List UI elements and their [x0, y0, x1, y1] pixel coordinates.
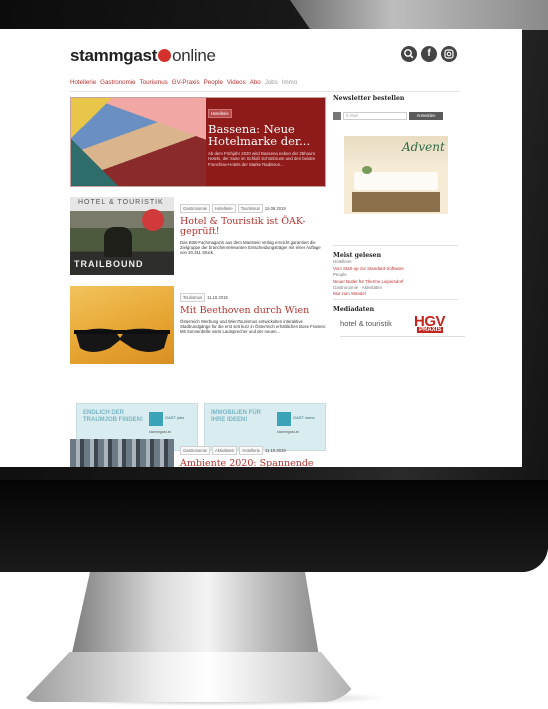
- sidebar: Newsletter bestellen: [333, 95, 463, 102]
- sidebar-divider: [333, 245, 458, 246]
- logo-suffix: online: [172, 46, 216, 65]
- instagram-icon[interactable]: [441, 46, 457, 62]
- article-meta: Gastronomie Hotellerie Tourismus 15.09.2019: [180, 197, 326, 215]
- most-read: Meist gelesen Hotellerie Vom Start-up zu…: [333, 252, 463, 298]
- ad-sub: stammgast.at: [277, 430, 299, 434]
- article-desc: Österreich Werbung und WienTourismus ent…: [180, 319, 326, 335]
- promo-image[interactable]: Advent: [344, 136, 448, 214]
- sunglasses-icon: [74, 328, 170, 352]
- cyclist-silhouette: [104, 227, 132, 257]
- article-tag[interactable]: Aktivitäten: [211, 446, 238, 455]
- hero-article[interactable]: Hotellerie Bassena: Neue Hotelmarke der.…: [70, 97, 326, 187]
- promo-script: Advent: [402, 140, 445, 154]
- article-tag[interactable]: Tourismus: [180, 293, 206, 302]
- nav-item[interactable]: GV-Praxis: [172, 79, 200, 86]
- hero-title[interactable]: Bassena: Neue Hotelmarke der...: [208, 123, 324, 147]
- article-card[interactable]: Gastronomie Aktivitäten Hotellerie 11.10.20…: [70, 439, 326, 467]
- header-divider: [70, 91, 460, 92]
- hero-image: [71, 98, 206, 186]
- monitor-stand-foot: [22, 652, 362, 702]
- article-tag[interactable]: Hotellerie: [211, 204, 236, 213]
- magazine-cover-text: TRAILBOUND: [74, 259, 144, 269]
- monitor-chin: [0, 480, 548, 572]
- facebook-icon[interactable]: f: [421, 46, 437, 62]
- article-card[interactable]: Tourismus 11.10.2019 Mit Beethoven durch …: [70, 286, 326, 366]
- article-body: Gastronomie Aktivitäten Hotellerie 11.10.20…: [180, 439, 326, 467]
- article-tag[interactable]: Tourismus: [237, 204, 263, 213]
- article-title[interactable]: Hotel & Touristik ist ÖAK-geprüft!: [180, 217, 326, 237]
- article-meta: Tourismus 11.10.2019: [180, 286, 326, 304]
- hotel-touristik-logo[interactable]: hotel & touristik: [340, 319, 392, 328]
- article-body: Tourismus 11.10.2019 Mit Beethoven durch …: [180, 286, 326, 335]
- badge-icon: [142, 209, 164, 231]
- nav-item[interactable]: Jobs: [265, 79, 278, 86]
- magazine-masthead: HOTEL & TOURISTIK: [78, 199, 164, 206]
- email-field[interactable]: E-Mail: [343, 112, 407, 120]
- ad-text: IMMOBILIEN FÜR IHRE IDEEN!: [211, 410, 261, 423]
- article-date: 15.09.2019: [264, 206, 286, 211]
- ad-brand: GAST jobs: [165, 415, 185, 420]
- hero-tag[interactable]: Hotellerie: [208, 109, 232, 118]
- monitor-stand-neck: [70, 572, 320, 662]
- media-section: Mediadaten: [333, 306, 463, 313]
- article-image: [70, 439, 174, 467]
- nav-item[interactable]: Immo: [282, 79, 297, 86]
- ad-brand: GAST immo: [293, 415, 315, 420]
- hero-text: Hotellerie Bassena: Neue Hotelmarke der.…: [208, 102, 324, 167]
- promo-table: [354, 172, 438, 190]
- nav-item[interactable]: Tourismus: [140, 79, 168, 86]
- article-date: 11.10.2019: [207, 295, 228, 300]
- ad-text: ENDLICH DER TRAUMJOB FINDEN!: [83, 410, 143, 423]
- logo-main: stammgast: [70, 46, 158, 65]
- article-tag[interactable]: Gastronomie: [180, 204, 210, 213]
- promo-chairs: [352, 192, 440, 212]
- subscribe-button[interactable]: Anmelden: [409, 112, 443, 120]
- monitor-glare: [290, 0, 548, 30]
- article-title[interactable]: Mit Beethoven durch Wien: [180, 306, 326, 316]
- nav-item[interactable]: Videos: [227, 79, 246, 86]
- article-title[interactable]: Ambiente 2020: Spannende Perspektiven: [180, 459, 326, 468]
- nav-item[interactable]: Abo: [250, 79, 261, 86]
- article-body: Gastronomie Hotellerie Tourismus 15.09.2019…: [180, 197, 326, 256]
- site-logo[interactable]: stammgast online: [70, 46, 216, 66]
- ad-sub: stammgast.at: [149, 430, 171, 434]
- article-image: HOTEL & TOURISTIK TRAILBOUND: [70, 197, 174, 275]
- article-tag[interactable]: Hotellerie: [239, 446, 264, 455]
- nav-item[interactable]: Gastronomie: [100, 79, 135, 86]
- newsletter-form: E-Mail Anmelden: [333, 112, 443, 122]
- media-title: Mediadaten: [333, 306, 375, 313]
- nav-item[interactable]: People: [204, 79, 223, 86]
- article-image: [70, 286, 174, 364]
- hgv-logo-sub: PRAXIS: [417, 327, 444, 333]
- article-date: 11.10.2019: [265, 448, 286, 453]
- user-icon: [333, 112, 341, 120]
- logo-dot-icon: [158, 49, 172, 62]
- screen: stammgast online f Hotellerie Gastronomie T…: [0, 29, 522, 467]
- media-logos: hotel & touristik HGV PRAXIS: [340, 313, 465, 337]
- article-card[interactable]: HOTEL & TOURISTIK TRAILBOUND Gastronomie…: [70, 197, 326, 277]
- ad-logo-icon: [277, 412, 291, 426]
- article-meta: Gastronomie Aktivitäten Hotellerie 11.10.20…: [180, 439, 326, 457]
- hgv-praxis-logo[interactable]: HGV PRAXIS: [414, 313, 454, 335]
- search-icon[interactable]: [401, 46, 417, 62]
- sidebar-divider: [333, 299, 458, 300]
- hero-desc: Ab dem Frühjahr 2020 wird Bassena neben …: [208, 151, 316, 167]
- promo-decor: [362, 166, 372, 174]
- newsletter-title: Newsletter bestellen: [333, 95, 405, 102]
- ad-logo-icon: [149, 412, 163, 426]
- article-desc: Das B2B-Fachmagazin aus dem Manstein Ver…: [180, 240, 321, 256]
- monitor-photo: stammgast online f Hotellerie Gastronomie T…: [0, 0, 548, 709]
- most-read-link[interactable]: Mut zum Wandel: [333, 291, 463, 297]
- article-tag[interactable]: Gastronomie: [180, 446, 210, 455]
- nav-item[interactable]: Hotellerie: [70, 79, 96, 86]
